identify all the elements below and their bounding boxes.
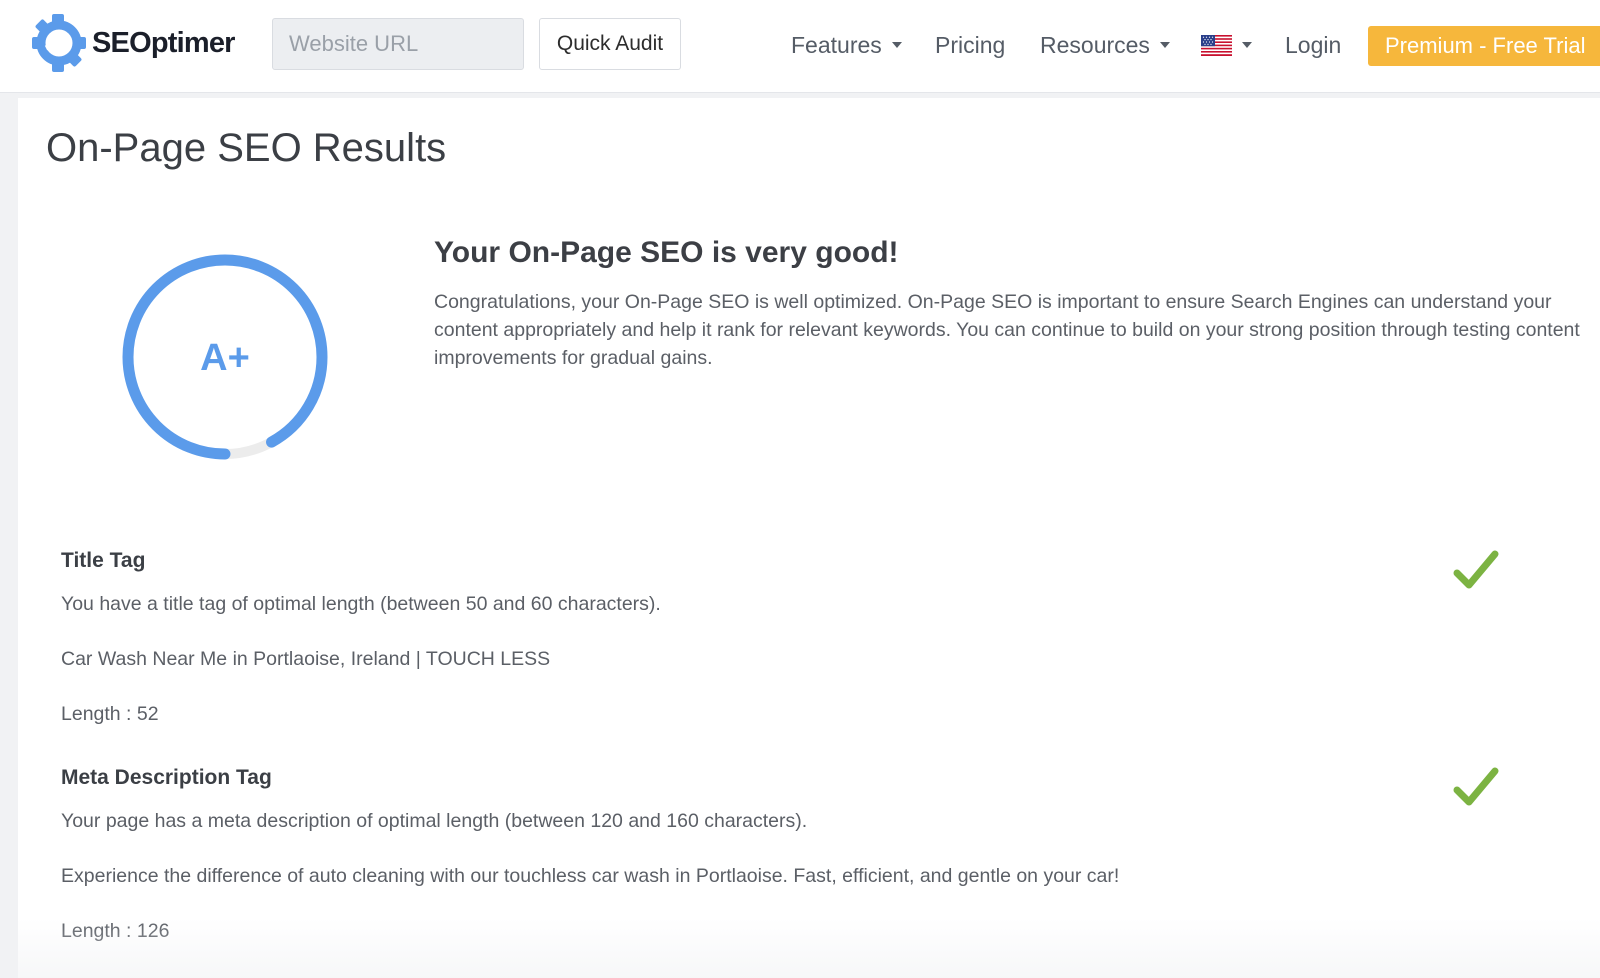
check-length: Length : 52 [61, 703, 159, 725]
grade-ring: A+ [122, 254, 328, 460]
bottom-fade [18, 918, 1600, 978]
check-title: Title Tag [61, 549, 146, 572]
summary-heading: Your On-Page SEO is very good! [434, 236, 899, 269]
grade-value: A+ [200, 337, 250, 379]
logo[interactable]: SEOptimer [32, 14, 235, 72]
nav-resources[interactable]: Resources [1040, 0, 1170, 90]
logo-text: SEOptimer [92, 26, 235, 59]
seoptimer-gear-icon [32, 14, 86, 72]
checkmark-icon [1453, 767, 1499, 806]
nav-features-label: Features [791, 31, 882, 58]
nav-resources-label: Resources [1040, 31, 1150, 58]
chevron-down-icon [1159, 42, 1170, 48]
check-title: Meta Description Tag [61, 766, 272, 789]
check-description: Your page has a meta description of opti… [61, 810, 808, 832]
top-navbar: SEOptimer Quick Audit Features Pricing R… [0, 0, 1600, 93]
nav-pricing[interactable]: Pricing [935, 0, 1005, 90]
check-value: Car Wash Near Me in Portlaoise, Ireland … [61, 648, 551, 670]
nav-pricing-label: Pricing [935, 31, 1006, 58]
check-description: You have a title tag of optimal length (… [61, 593, 661, 615]
summary-text: Congratulations, your On-Page SEO is wel… [434, 291, 1580, 369]
chevron-down-icon [891, 42, 902, 48]
chevron-down-icon [1242, 42, 1252, 48]
website-url-input[interactable] [272, 18, 524, 70]
nav-login[interactable]: Login [1285, 0, 1341, 90]
us-flag-icon [1201, 34, 1232, 56]
page-title: On-Page SEO Results [46, 126, 447, 170]
check-value: Experience the difference of auto cleani… [61, 865, 1120, 887]
premium-free-trial-button[interactable]: Premium - Free Trial [1368, 26, 1600, 66]
language-selector[interactable] [1201, 0, 1252, 90]
nav-login-label: Login [1285, 31, 1342, 58]
nav-features[interactable]: Features [791, 0, 902, 90]
results-card: On-Page SEO Results A+ Your On-Page SEO … [18, 98, 1600, 978]
check-length: Length : 126 [61, 920, 170, 942]
checkmark-icon [1453, 550, 1499, 589]
quick-audit-button[interactable]: Quick Audit [539, 18, 681, 70]
